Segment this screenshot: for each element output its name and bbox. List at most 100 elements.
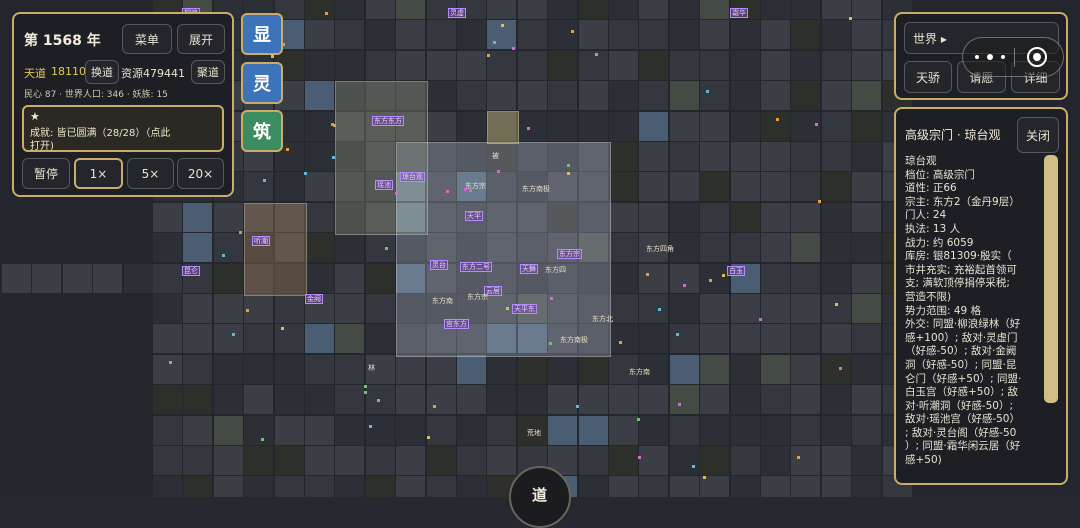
dao-button[interactable]: 道 [509,466,571,528]
map-tile [731,416,760,445]
map-tile [183,233,212,262]
sect-marker[interactable]: 昆仑 [182,266,200,276]
resource-dot [506,307,509,310]
map-tile [579,112,608,141]
map-tile [609,476,638,497]
map-tile [822,355,851,384]
map-tile [153,355,182,384]
close-detail-button[interactable]: 关闭 [1017,117,1059,153]
resource-dot [567,172,570,175]
map-tile [852,385,881,414]
resource-dot [818,200,821,203]
toggle-spirit-button[interactable]: 灵 [241,62,283,104]
map-tile [852,355,881,384]
map-tile [761,385,790,414]
map-tile [305,324,334,353]
more-icon[interactable] [975,47,1005,67]
gather-dao-button[interactable]: 聚道 [191,60,225,84]
sect-marker[interactable]: 宫东方 [444,319,469,329]
pause-button[interactable]: 暂停 [22,158,70,189]
map-tile [791,416,820,445]
map-tile [700,324,729,353]
map-tile [852,142,881,171]
resource-dot [646,273,649,276]
sect-marker[interactable]: 白玉 [727,266,745,276]
speed-1x-button[interactable]: 1× [74,158,123,189]
sect-marker[interactable]: 东方东方 [372,116,404,126]
map-tile [700,355,729,384]
sect-marker[interactable]: 东方二号 [460,262,492,272]
sect-marker[interactable]: 瑶池 [375,180,393,190]
resource-dot [849,17,852,20]
sect-marker[interactable]: 灵台 [430,260,448,270]
swap-dao-button[interactable]: 换道 [85,60,119,84]
map-tile [305,355,334,384]
map-tile [791,20,820,49]
map-tile [670,233,699,262]
detail-scrollbar[interactable] [1044,155,1058,403]
map-tile [791,172,820,201]
resource-dot [261,438,264,441]
sect-marker[interactable]: 灵虚 [448,8,466,18]
map-tile [761,264,790,293]
map-tile [670,324,699,353]
sect-marker[interactable]: 天平东 [512,304,537,314]
toggle-build-button[interactable]: 筑 [241,110,283,152]
map-tile [366,446,395,475]
map-tile [700,142,729,171]
map-tile [335,416,364,445]
map-tile [214,385,243,414]
resource-dot [619,341,622,344]
map-tile [427,81,456,110]
map-tile [822,233,851,262]
speed-5x-button[interactable]: 5× [127,158,174,189]
sect-marker[interactable]: 东方宗 [557,249,582,259]
map-tile [579,0,608,19]
map-tile [700,172,729,201]
expand-button[interactable]: 展开 [177,24,225,54]
map-tile [579,476,608,497]
achievement-box[interactable]: ★ 成就: 皆已圆满（28/28）（点此 打开) [22,105,224,152]
map-tile [214,416,243,445]
close-mini-program-icon[interactable] [1027,47,1047,67]
map-tile [457,355,486,384]
map-tile [487,355,516,384]
map-tile [305,416,334,445]
sect-marker[interactable]: 天平 [465,211,483,221]
sect-marker[interactable]: 琼台观 [400,172,425,182]
resource-dot [369,425,372,428]
map-tile [214,264,243,293]
map-tile [609,20,638,49]
map-tile [335,264,364,293]
resource-dot [759,318,762,321]
map-tile [548,0,577,19]
map-tile [731,294,760,323]
menu-button[interactable]: 菜单 [122,24,172,54]
map-tile [700,264,729,293]
sect-marker[interactable]: 听潮 [252,236,270,246]
speed-20x-button[interactable]: 20× [177,158,224,189]
sect-marker[interactable]: 霜华 [730,8,748,18]
map-tile [62,264,92,293]
capsule-menu[interactable] [962,37,1064,77]
map-tile [335,51,364,80]
detail-line: 执法: 13 人 [905,222,961,235]
map-tile [700,51,729,80]
sect-marker[interactable]: 金阙 [305,294,323,304]
toggle-display-button[interactable]: 显 [241,13,283,55]
map-tile [609,385,638,414]
map-tile [822,446,851,475]
detail-line: 门人: 24 [905,209,947,222]
map-tile [579,385,608,414]
tianjiao-button[interactable]: 天骄 [904,61,952,93]
resource-dot [263,179,266,182]
place-label: 东方宗 [467,293,488,301]
map-tile [457,416,486,445]
map-tile [761,203,790,232]
map-tile [791,324,820,353]
map-tile [822,51,851,80]
map-tile [548,355,577,384]
sect-marker[interactable]: 天舞 [520,264,538,274]
map-tile [731,324,760,353]
map-tile [639,142,668,171]
